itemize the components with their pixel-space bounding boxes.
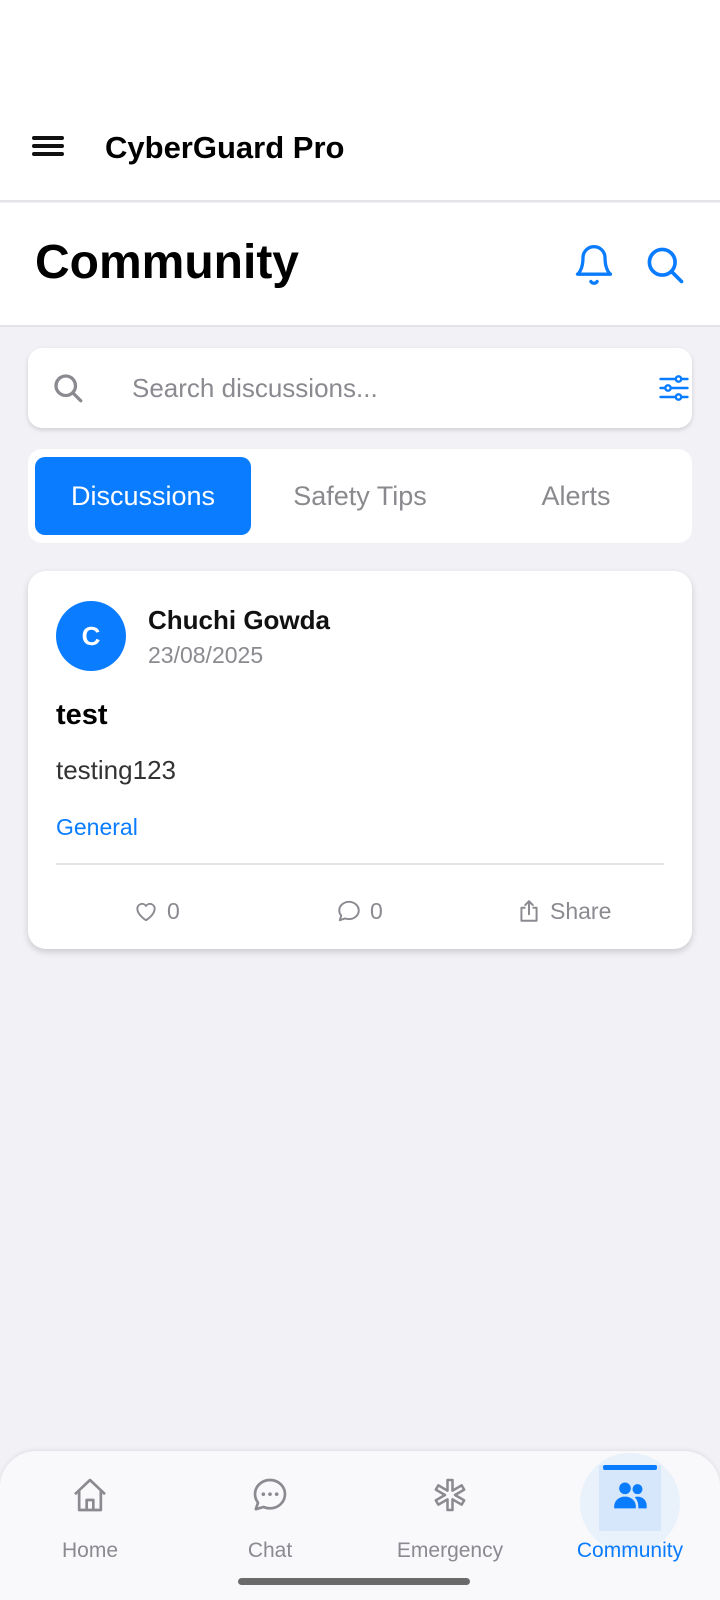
- chat-icon: [253, 1478, 287, 1511]
- share-label: Share: [550, 897, 612, 924]
- tab-discussions[interactable]: Discussions: [35, 457, 251, 535]
- comment-count: 0: [370, 897, 383, 924]
- nav-chat[interactable]: Chat: [180, 1451, 360, 1581]
- active-indicator: [603, 1465, 657, 1470]
- nav-emergency[interactable]: Emergency: [360, 1451, 540, 1581]
- divider: [56, 863, 664, 865]
- nav-home[interactable]: Home: [0, 1451, 180, 1581]
- filter-sliders-icon[interactable]: [656, 370, 692, 406]
- category-tabs: Discussions Safety Tips Alerts: [28, 449, 692, 543]
- home-icon: [74, 1478, 106, 1512]
- share-icon: [520, 900, 538, 922]
- nav-label: Community: [576, 1539, 684, 1562]
- bell-icon[interactable]: [572, 243, 616, 287]
- nav-community[interactable]: Community: [540, 1451, 720, 1581]
- post-date: 23/08/2025: [148, 642, 264, 668]
- post-title: test: [56, 699, 108, 731]
- community-icon: [614, 1482, 647, 1509]
- comment-icon: [338, 900, 360, 922]
- like-button[interactable]: 0: [133, 889, 180, 933]
- status-bar: [0, 0, 720, 100]
- emergency-icon: [434, 1478, 466, 1512]
- comment-button[interactable]: 0: [336, 889, 383, 933]
- post-body: testing123: [56, 755, 176, 785]
- hamburger-menu-icon[interactable]: [30, 134, 70, 166]
- search-input[interactable]: [132, 368, 622, 408]
- heart-icon: [136, 902, 156, 922]
- post-card[interactable]: C Chuchi Gowda 23/08/2025 test testing12…: [28, 571, 692, 949]
- home-indicator: [238, 1578, 470, 1585]
- like-count: 0: [167, 897, 180, 924]
- page-title: Community: [35, 236, 299, 289]
- search-bar: [28, 348, 692, 428]
- nav-label: Emergency: [396, 1539, 504, 1562]
- nav-label: Chat: [247, 1539, 293, 1562]
- search-icon[interactable]: [643, 243, 687, 287]
- app-title: CyberGuard Pro: [105, 130, 345, 165]
- app-bar: CyberGuard Pro: [0, 100, 720, 202]
- page-header: Community: [0, 203, 720, 327]
- post-author: Chuchi Gowda: [148, 605, 330, 635]
- nav-label: Home: [61, 1539, 119, 1562]
- tab-alerts[interactable]: Alerts: [468, 457, 684, 535]
- post-category-tag[interactable]: General: [56, 814, 138, 841]
- search-icon: [54, 374, 83, 403]
- share-button[interactable]: Share: [516, 889, 611, 933]
- tab-safety-tips[interactable]: Safety Tips: [252, 457, 468, 535]
- avatar: C: [56, 601, 126, 671]
